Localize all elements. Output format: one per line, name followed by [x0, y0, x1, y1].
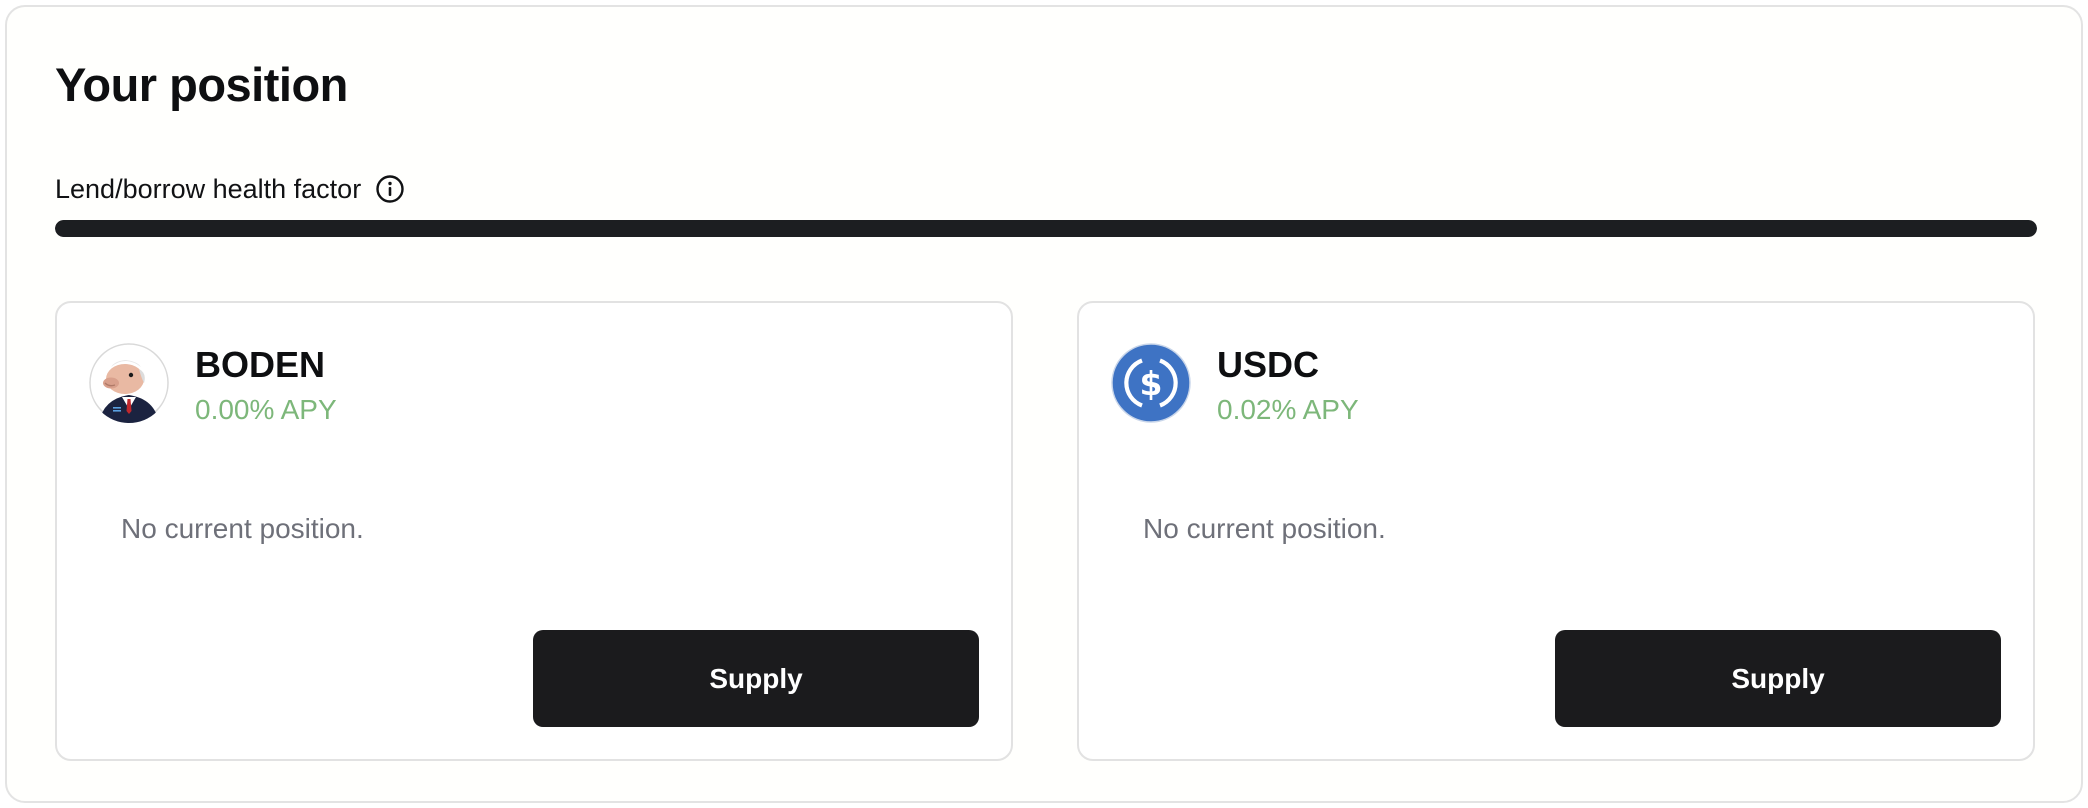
health-factor-bar-fill	[55, 220, 2037, 237]
position-status-text: No current position.	[1143, 513, 1386, 544]
asset-symbol: USDC	[1217, 344, 1320, 385]
health-factor-label: Lend/borrow health factor	[55, 173, 362, 204]
health-factor-header: Lend/borrow health factor	[55, 171, 405, 207]
supply-button[interactable]: Supply	[533, 630, 979, 727]
asset-apy: 0.00% APY	[195, 394, 337, 425]
page-title: Your position	[55, 58, 348, 111]
supply-button[interactable]: Supply	[1555, 630, 2001, 727]
boden-token-logo	[89, 343, 169, 423]
position-status-text: No current position.	[121, 513, 364, 544]
asset-symbol: BODEN	[195, 344, 326, 385]
asset-card-boden: BODEN 0.00% APY No current position. Sup…	[55, 301, 1013, 761]
svg-text:$: $	[1140, 364, 1163, 403]
health-factor-bar	[55, 220, 2037, 237]
your-position-panel: Your position Lend/borrow health factor	[5, 5, 2083, 803]
asset-card-usdc: $ USDC 0.02% APY No current position. Su…	[1077, 301, 2035, 761]
asset-apy: 0.02% APY	[1217, 394, 1359, 425]
usdc-token-logo: $	[1111, 343, 1191, 423]
info-icon[interactable]	[375, 174, 405, 204]
